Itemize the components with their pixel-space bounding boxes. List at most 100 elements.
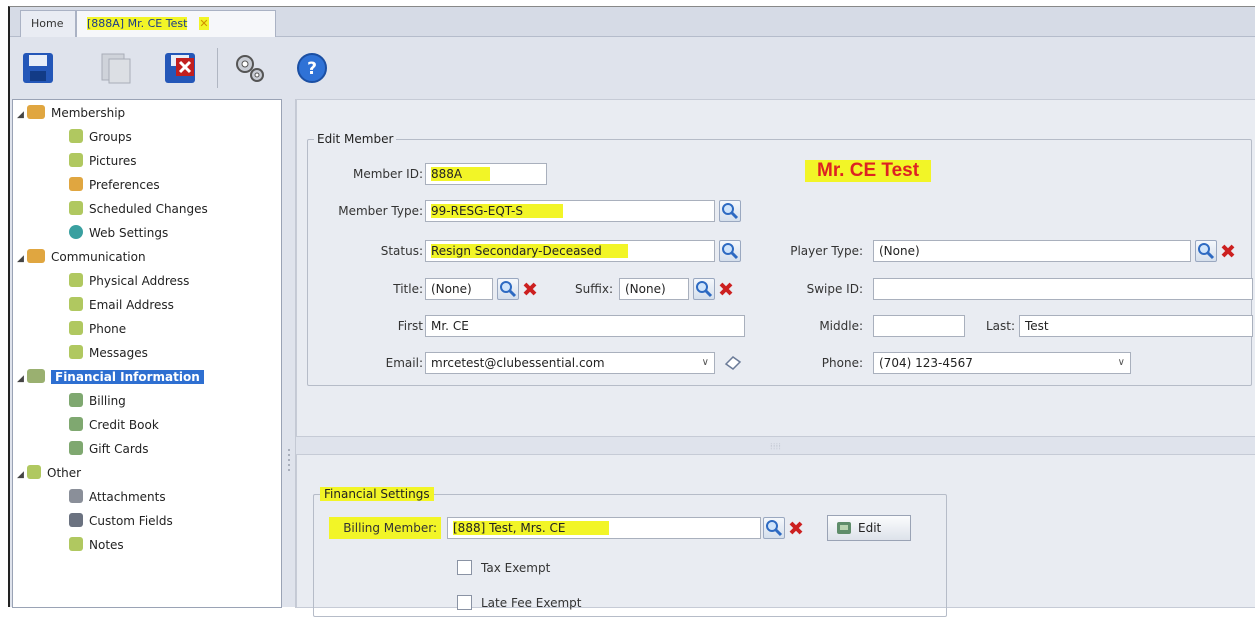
tree-label: Notes: [89, 538, 124, 552]
tree-label: Other: [47, 466, 82, 480]
group-icon: [69, 129, 83, 143]
tree-notes[interactable]: Notes: [69, 534, 124, 556]
billing-edit-icon: [836, 520, 852, 536]
tools-icon[interactable]: [232, 50, 268, 86]
credit-book-icon: [69, 417, 83, 431]
phone-select[interactable]: (704) 123-4567 ∨: [873, 352, 1131, 374]
tree-other[interactable]: ◢ Other: [17, 462, 81, 484]
tree-phone[interactable]: Phone: [69, 318, 126, 340]
search-icon[interactable]: [1195, 240, 1217, 262]
phone-icon: [69, 321, 83, 335]
expand-arrow-icon[interactable]: ◢: [17, 368, 27, 390]
member-type-label: Member Type:: [338, 204, 423, 218]
billing-member-label: Billing Member:: [329, 517, 441, 539]
notes-icon: [69, 537, 83, 551]
chevron-down-icon: ∨: [1117, 357, 1125, 368]
tree-communication[interactable]: ◢ Communication: [17, 246, 146, 268]
messages-icon: [69, 345, 83, 359]
help-icon[interactable]: ?: [294, 50, 330, 86]
tab-home-label: Home: [31, 17, 64, 30]
tree-pictures[interactable]: Pictures: [69, 150, 137, 172]
email-select[interactable]: mrcetest@clubessential.com ∨: [425, 352, 715, 374]
tree-label: Billing: [89, 394, 126, 408]
clear-icon[interactable]: [1219, 240, 1237, 262]
copy-icon[interactable]: [98, 50, 134, 86]
first-name-field[interactable]: Mr. CE: [425, 315, 745, 337]
swipe-id-field[interactable]: [873, 278, 1253, 300]
tree-billing[interactable]: Billing: [69, 390, 126, 412]
search-icon[interactable]: [719, 240, 741, 262]
tree-gift-cards[interactable]: Gift Cards: [69, 438, 149, 460]
tree-preferences[interactable]: Preferences: [69, 174, 160, 196]
billing-member-field[interactable]: [888] Test, Mrs. CE: [447, 517, 761, 539]
player-type-field[interactable]: (None): [873, 240, 1191, 262]
tree-label: Custom Fields: [89, 514, 173, 528]
toolbar-divider: [217, 48, 218, 88]
title-label: Title:: [393, 282, 423, 296]
eraser-icon[interactable]: [723, 354, 743, 372]
clear-icon[interactable]: [521, 278, 539, 300]
vertical-splitter[interactable]: [286, 447, 294, 477]
tab-home[interactable]: Home: [20, 10, 76, 37]
tree-groups[interactable]: Groups: [69, 126, 132, 148]
clear-icon[interactable]: [717, 278, 735, 300]
tree-credit-book[interactable]: Credit Book: [69, 414, 159, 436]
search-icon[interactable]: [719, 200, 741, 222]
edit-billing-button[interactable]: Edit: [827, 515, 911, 541]
first-name-label: First: [397, 319, 423, 333]
edit-member-legend: Edit Member: [317, 132, 394, 146]
search-icon[interactable]: [693, 278, 715, 300]
communication-icon: [27, 249, 45, 263]
gift-cards-icon: [69, 441, 83, 455]
member-display-name: Mr. CE Test: [805, 160, 932, 182]
last-name-field[interactable]: Test: [1019, 315, 1253, 337]
tree-label: Messages: [89, 346, 148, 360]
tree-attachments[interactable]: Attachments: [69, 486, 166, 508]
financial-panel: Financial Settings Billing Member: [888]…: [296, 454, 1255, 617]
member-type-field[interactable]: 99-RESG-EQT-S: [425, 200, 715, 222]
late-fee-exempt-checkbox[interactable]: [457, 595, 472, 610]
expand-arrow-icon[interactable]: ◢: [17, 248, 27, 270]
middle-name-field[interactable]: [873, 315, 965, 337]
tree-membership[interactable]: ◢ Membership: [17, 102, 125, 124]
player-type-label: Player Type:: [790, 244, 863, 258]
close-icon[interactable]: ✕: [199, 17, 209, 30]
search-icon[interactable]: [497, 278, 519, 300]
clear-icon[interactable]: [787, 517, 805, 539]
horizontal-splitter[interactable]: ⦙⦙⦙⦙: [296, 442, 1255, 452]
tax-exempt-label: Tax Exempt: [481, 561, 551, 575]
save-icon[interactable]: [20, 50, 56, 86]
tree-custom-fields[interactable]: Custom Fields: [69, 510, 173, 532]
tax-exempt-checkbox[interactable]: [457, 560, 472, 575]
tree-label: Physical Address: [89, 274, 190, 288]
financial-settings-group: Financial Settings: [313, 487, 947, 617]
delete-icon[interactable]: [162, 50, 198, 86]
tree-scheduled-changes[interactable]: Scheduled Changes: [69, 198, 208, 220]
tab-member[interactable]: [888A] Mr. CE Test ✕: [76, 10, 276, 37]
member-id-label: Member ID:: [353, 167, 423, 181]
member-id-field[interactable]: 888A: [425, 163, 547, 185]
status-field[interactable]: Resign Secondary-Deceased: [425, 240, 715, 262]
edit-member-panel: Edit Member Member ID: 888A Mr. CE Test …: [296, 99, 1255, 437]
tree-messages[interactable]: Messages: [69, 342, 148, 364]
title-field[interactable]: (None): [425, 278, 493, 300]
tree-email-address[interactable]: Email Address: [69, 294, 174, 316]
membership-icon: [27, 105, 45, 119]
tree-financial-information[interactable]: ◢ Financial Information: [17, 366, 204, 388]
preferences-icon: [69, 177, 83, 191]
suffix-field[interactable]: (None): [619, 278, 689, 300]
address-icon: [69, 273, 83, 287]
tree-label-selected: Financial Information: [51, 370, 204, 384]
status-label: Status:: [380, 244, 423, 258]
tree-label: Pictures: [89, 154, 137, 168]
svg-text:?: ?: [307, 59, 317, 79]
tree-label: Scheduled Changes: [89, 202, 208, 216]
search-icon[interactable]: [763, 517, 785, 539]
app-window: Home [888A] Mr. CE Test ✕ ? ◢ Membership G…: [8, 6, 1255, 617]
tree-label: Gift Cards: [89, 442, 149, 456]
tree-web-settings[interactable]: Web Settings: [69, 222, 168, 244]
chevron-down-icon: ∨: [701, 357, 709, 368]
expand-arrow-icon[interactable]: ◢: [17, 464, 27, 486]
tree-physical-address[interactable]: Physical Address: [69, 270, 189, 292]
expand-arrow-icon[interactable]: ◢: [17, 104, 27, 126]
